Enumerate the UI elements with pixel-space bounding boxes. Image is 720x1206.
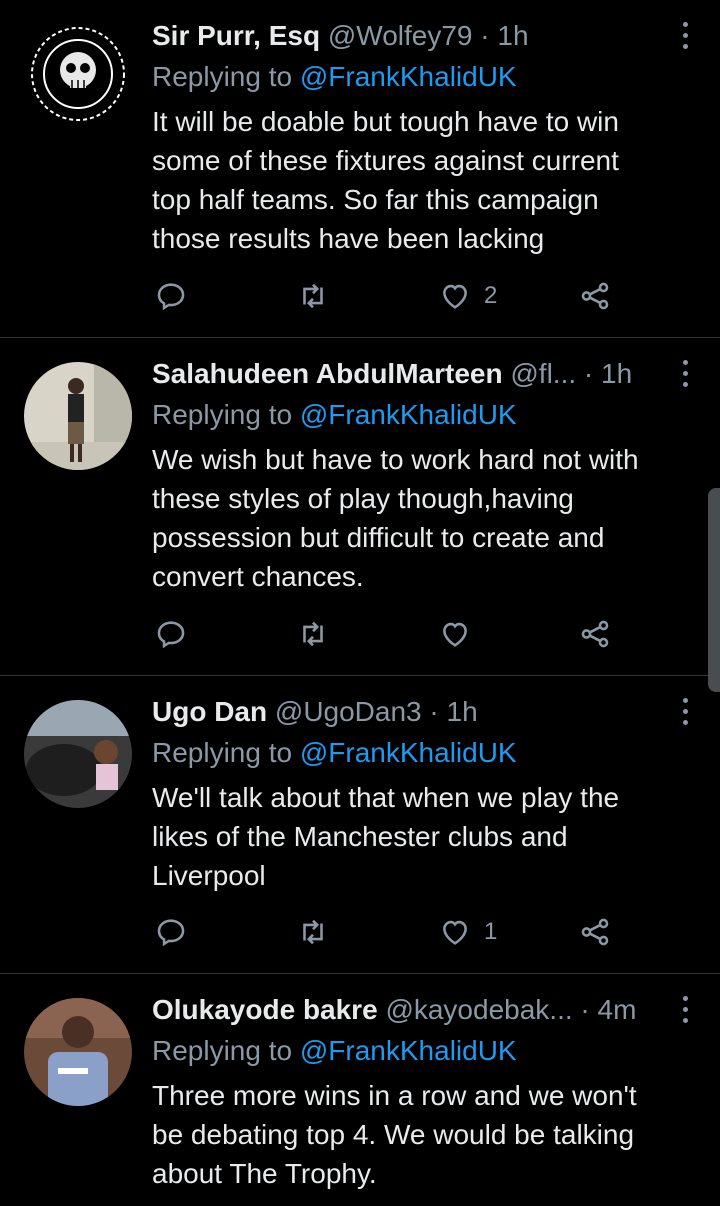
reply-button[interactable] — [154, 276, 188, 316]
action-bar: 1 — [152, 912, 632, 952]
heart-icon — [443, 920, 467, 945]
tweet-text: It will be doable but tough have to win … — [152, 106, 619, 254]
retweet-icon — [303, 283, 323, 309]
reply-button[interactable] — [154, 614, 188, 654]
display-name[interactable]: Olukayode bakre — [152, 994, 378, 1025]
replying-to: Replying to @FrankKhalidUK — [152, 396, 664, 434]
like-count: 1 — [484, 918, 498, 945]
replying-label: Replying to — [152, 61, 293, 92]
timestamp[interactable]: 1h — [601, 358, 632, 389]
share-icon — [581, 620, 609, 648]
share-button[interactable] — [578, 614, 612, 654]
reply-button[interactable] — [154, 912, 188, 952]
heart-icon — [443, 284, 467, 309]
mention-link[interactable]: @FrankKhalidUK — [300, 399, 517, 430]
timestamp[interactable]: 1h — [447, 696, 478, 727]
like-button[interactable]: 1 — [438, 912, 497, 952]
replying-to: Replying to @FrankKhalidUK — [152, 58, 664, 96]
retweet-icon — [303, 919, 323, 945]
display-name[interactable]: Ugo Dan — [152, 696, 267, 727]
tweet-text: We wish but have to work hard not with t… — [152, 444, 639, 592]
reply-icon — [157, 919, 185, 947]
retweet-button[interactable] — [296, 276, 330, 316]
replying-label: Replying to — [152, 399, 293, 430]
replying-to: Replying to @FrankKhalidUK — [152, 734, 664, 772]
heart-icon — [443, 622, 467, 647]
timestamp[interactable]: 1h — [497, 20, 528, 51]
display-name[interactable]: Sir Purr, Esq — [152, 20, 320, 51]
tweet-text: Three more wins in a row and we won't be… — [152, 1080, 637, 1189]
tweet[interactable]: Olukayode bakre @kayodebak... · 4m Reply… — [0, 974, 720, 1206]
scrollbar[interactable] — [708, 488, 720, 692]
tweet-text: We'll talk about that when we play the l… — [152, 782, 620, 891]
share-icon — [581, 282, 609, 310]
user-handle[interactable]: @fl... — [510, 358, 576, 389]
reply-icon — [157, 621, 185, 649]
more-vertical-icon[interactable] — [682, 22, 690, 50]
avatar[interactable] — [24, 700, 132, 808]
timestamp[interactable]: 4m — [598, 994, 637, 1025]
replying-to: Replying to @FrankKhalidUK — [152, 1032, 664, 1070]
retweet-button[interactable] — [296, 912, 330, 952]
action-bar: 2 — [152, 276, 632, 316]
replying-label: Replying to — [152, 1035, 293, 1066]
user-handle[interactable]: @UgoDan3 — [275, 696, 422, 727]
separator: · — [480, 20, 490, 51]
user-handle[interactable]: @Wolfey79 — [328, 20, 473, 51]
tweet-header: Salahudeen AbdulMarteen @fl... · 1h — [152, 354, 664, 394]
retweet-button[interactable] — [296, 614, 330, 654]
separator: · — [429, 696, 439, 727]
like-button[interactable] — [438, 614, 484, 654]
replying-label: Replying to — [152, 737, 293, 768]
user-handle[interactable]: @kayodebak... — [385, 994, 572, 1025]
avatar[interactable] — [24, 20, 132, 128]
tweet[interactable]: Sir Purr, Esq @Wolfey79 · 1h Replying to… — [0, 0, 720, 338]
tweet-header: Sir Purr, Esq @Wolfey79 · 1h — [152, 16, 664, 56]
mention-link[interactable]: @FrankKhalidUK — [300, 1035, 517, 1066]
mention-link[interactable]: @FrankKhalidUK — [300, 61, 517, 92]
mention-link[interactable]: @FrankKhalidUK — [300, 737, 517, 768]
display-name[interactable]: Salahudeen AbdulMarteen — [152, 358, 503, 389]
avatar[interactable] — [24, 998, 132, 1106]
tweet[interactable]: Ugo Dan @UgoDan3 · 1h Replying to @Frank… — [0, 676, 720, 974]
tweet[interactable]: Salahudeen AbdulMarteen @fl... · 1h Repl… — [0, 338, 720, 676]
more-vertical-icon[interactable] — [682, 360, 690, 388]
tweet-header: Olukayode bakre @kayodebak... · 4m — [152, 990, 664, 1030]
separator: · — [583, 358, 594, 389]
tweet-header: Ugo Dan @UgoDan3 · 1h — [152, 692, 664, 732]
avatar[interactable] — [24, 362, 132, 470]
reply-icon — [157, 283, 185, 311]
share-button[interactable] — [578, 276, 612, 316]
more-vertical-icon[interactable] — [682, 698, 690, 726]
retweet-icon — [303, 621, 323, 647]
like-count: 2 — [484, 282, 498, 309]
more-vertical-icon[interactable] — [682, 996, 690, 1024]
action-bar — [152, 614, 632, 654]
separator: · — [580, 994, 590, 1025]
share-icon — [581, 918, 609, 946]
like-button[interactable]: 2 — [438, 276, 497, 316]
share-button[interactable] — [578, 912, 612, 952]
